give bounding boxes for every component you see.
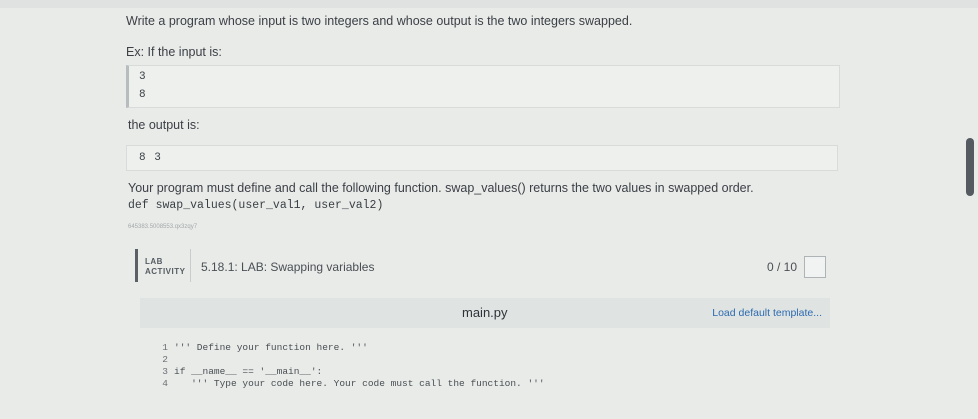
sample-input-box: 3 8 [126, 65, 840, 108]
problem-statement: Write a program whose input is two integ… [126, 14, 633, 28]
completion-checkbox-icon [804, 256, 826, 278]
code-text: if __name__ == '__main__': [174, 366, 323, 377]
code-line[interactable]: 4 ''' Type your code here. Your code mus… [140, 378, 545, 390]
code-editor[interactable]: 1 ''' Define your function here. ''' 2 3i… [140, 328, 830, 408]
lab-activity-badge: LAB ACTIVITY [145, 257, 185, 277]
sample-input-line: 3 [139, 71, 146, 83]
lab-page: Write a program whose input is two integ… [0, 8, 960, 419]
output-intro: the output is: [128, 118, 200, 132]
example-intro: Ex: If the input is: [126, 45, 222, 59]
code-line[interactable]: 1 ''' Define your function here. ''' [140, 342, 368, 354]
code-line[interactable]: 2 [140, 354, 174, 366]
editor-header: main.py Load default template... [140, 298, 830, 328]
header-divider [190, 249, 191, 282]
lab-accent-bar [135, 249, 138, 282]
sample-input-line: 8 [139, 89, 146, 101]
lab-activity-header: LAB ACTIVITY 5.18.1: LAB: Swapping varia… [128, 246, 840, 288]
badge-line: ACTIVITY [145, 267, 186, 276]
load-default-template-button[interactable]: Load default template... [712, 307, 822, 319]
line-number: 2 [162, 354, 168, 365]
badge-line: LAB [145, 257, 163, 266]
code-text: ''' Define your function here. ''' [174, 342, 368, 353]
function-signature: def swap_values(user_val1, user_val2) [128, 199, 384, 212]
function-requirement: Your program must define and call the fo… [128, 181, 754, 195]
line-number: 1 [162, 342, 168, 353]
editor-filename: main.py [462, 305, 508, 320]
lab-title: 5.18.1: LAB: Swapping variables [201, 260, 375, 274]
page-scrollbar[interactable] [966, 138, 974, 196]
code-text: ''' Type your code here. Your code must … [174, 378, 545, 389]
line-number: 3 [162, 366, 168, 377]
code-line[interactable]: 3 if __name__ == '__main__': [140, 366, 322, 378]
line-number: 4 [162, 378, 168, 389]
sample-output-box: 8 3 [126, 145, 838, 171]
lab-score: 0 / 10 [767, 260, 798, 274]
activity-identifier: 645383.5008553.qx3zqy7 [128, 224, 198, 230]
sample-output-text: 8 3 [139, 152, 162, 164]
top-divider [0, 0, 978, 8]
